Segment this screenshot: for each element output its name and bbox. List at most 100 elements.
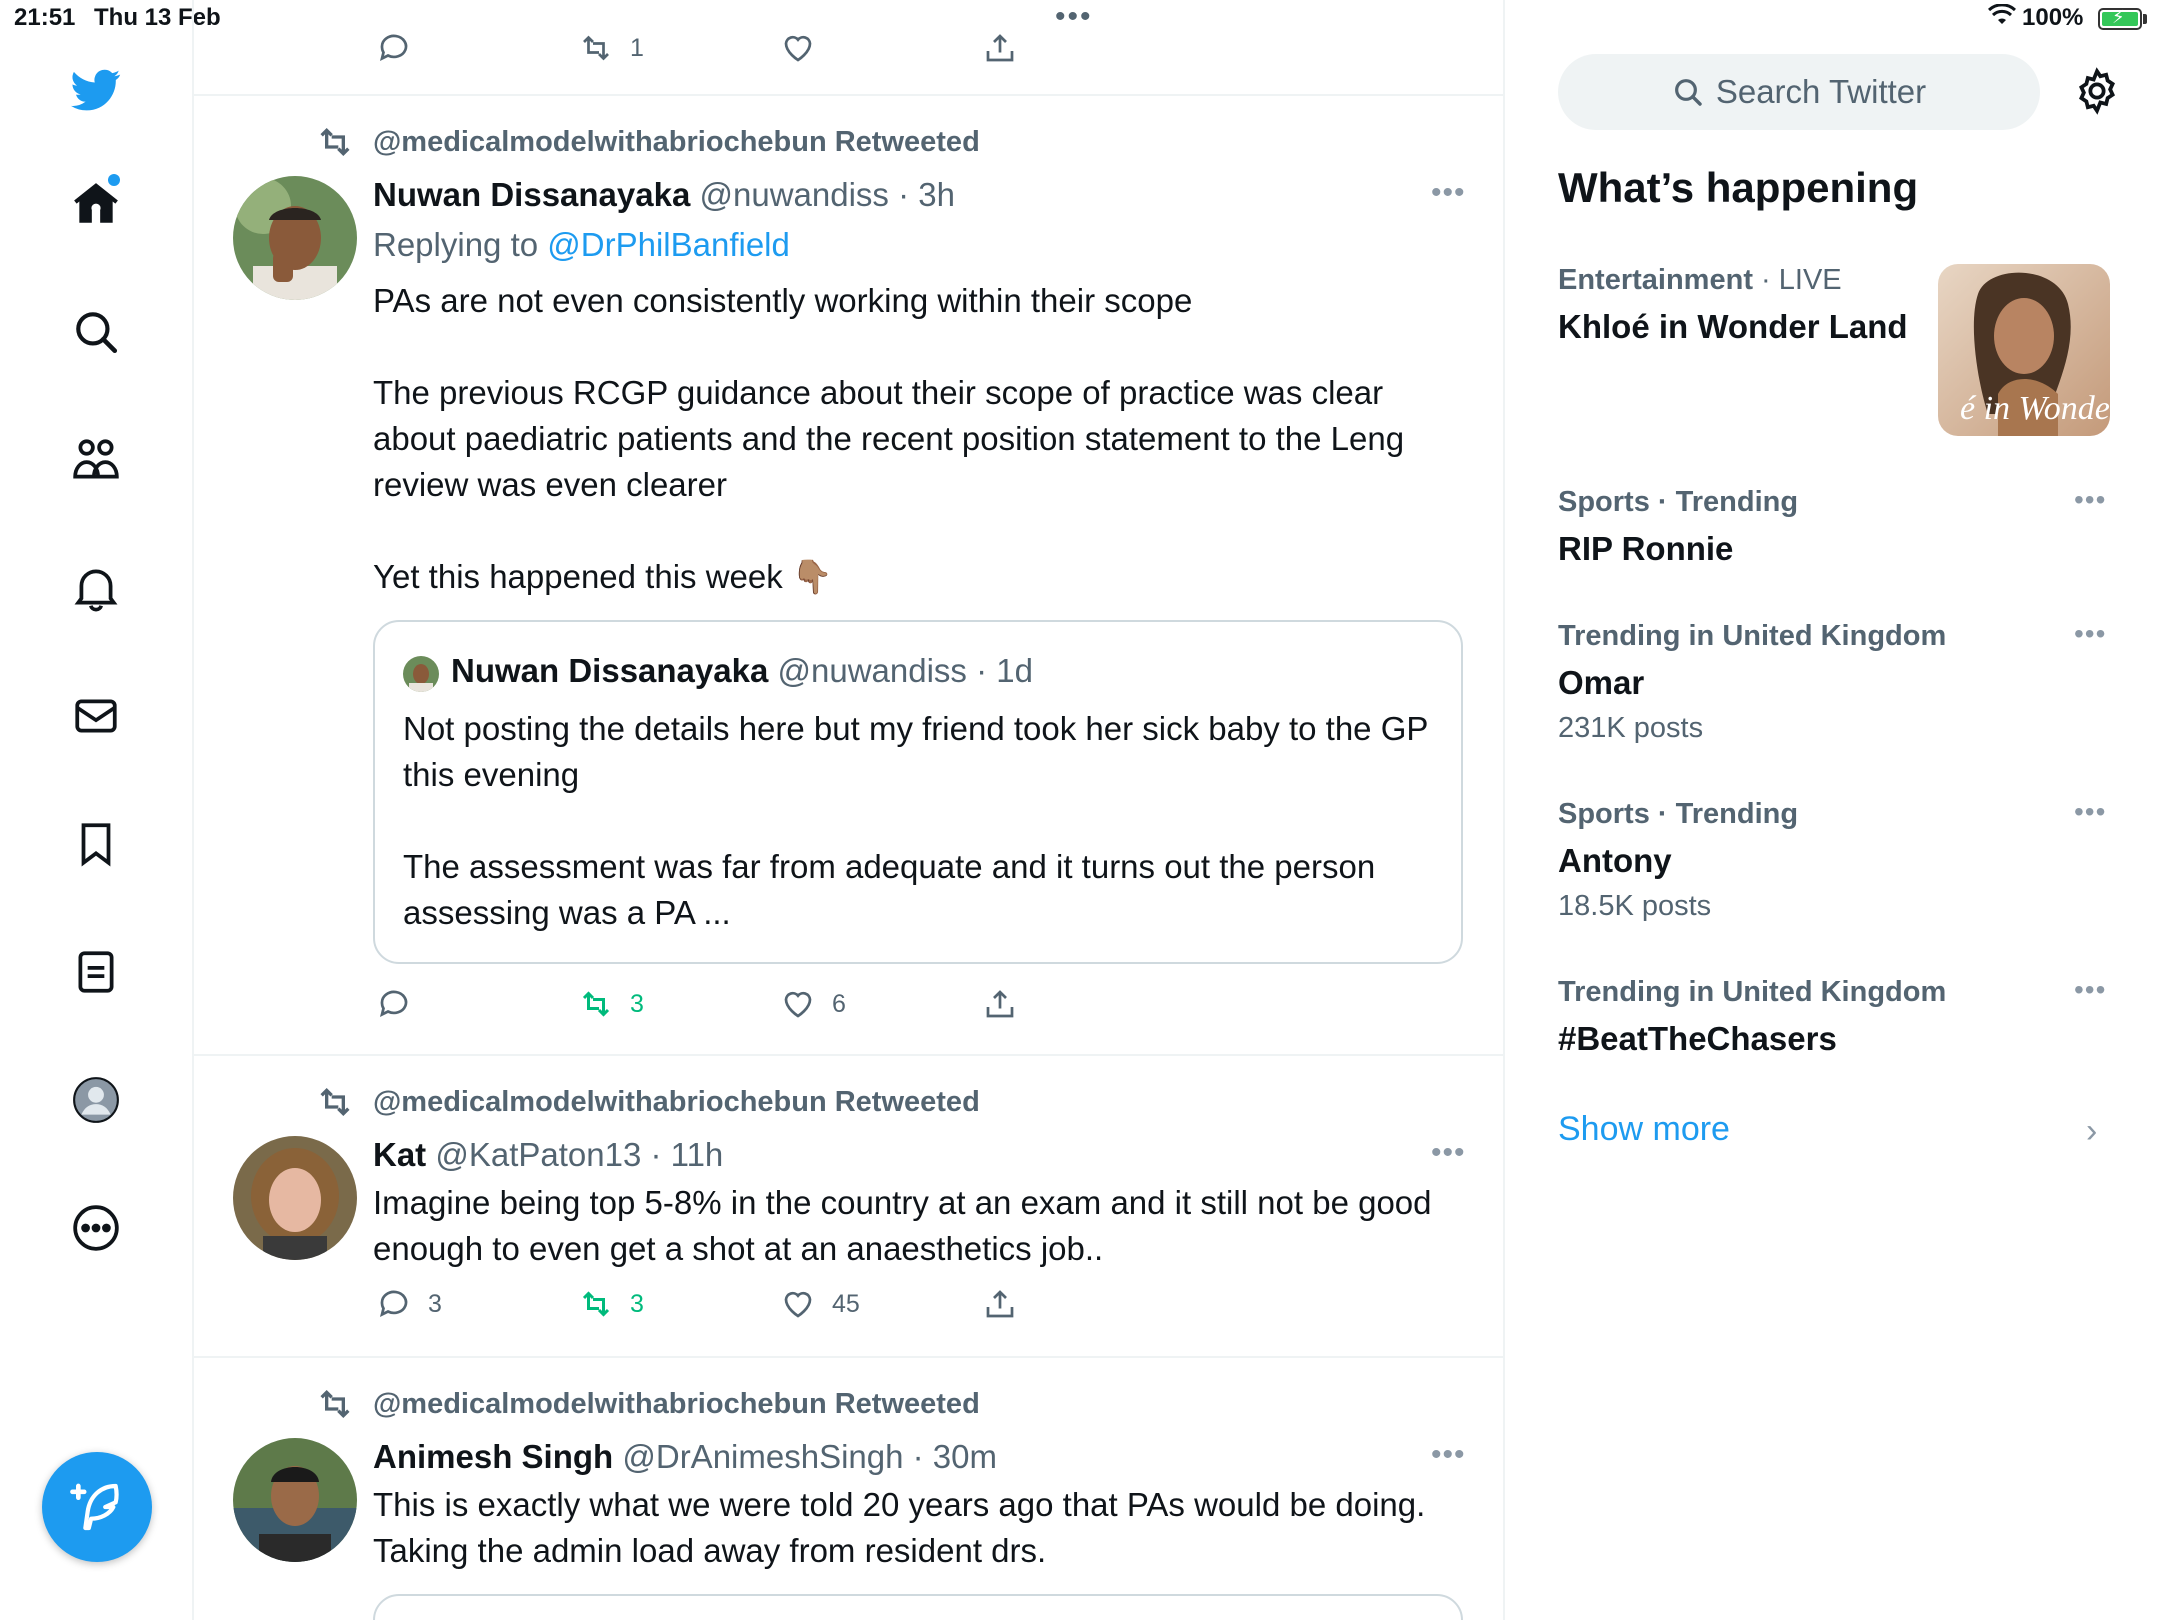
retweeted-by: @medicalmodelwithabriochebun Retweeted: [315, 1384, 980, 1424]
retweeted-by-label[interactable]: @medicalmodelwithabriochebun Retweeted: [373, 1388, 980, 1421]
chevron-right-icon: ›: [2086, 1112, 2098, 1150]
retweeted-by-label[interactable]: @medicalmodelwithabriochebun Retweeted: [373, 126, 980, 159]
bookmarks-icon[interactable]: [62, 810, 130, 878]
trend-image[interactable]: é in Wonder L: [1938, 264, 2110, 436]
quoted-author-name: Nuwan Dissanayaka: [451, 652, 769, 689]
share-button[interactable]: [982, 1286, 1018, 1322]
like-button[interactable]: 6: [780, 986, 846, 1022]
trend-more-icon[interactable]: •••: [2074, 484, 2106, 516]
messages-icon[interactable]: [62, 682, 130, 750]
tweet-more-options-icon[interactable]: •••: [1431, 1438, 1466, 1472]
quoted-tweet[interactable]: Nuwan Dissanayaka @nuwandiss · 1d Not po…: [373, 620, 1463, 964]
tweet[interactable]: @medicalmodelwithabriochebun Retweeted A…: [193, 1358, 1503, 1620]
retweeted-by-label[interactable]: @medicalmodelwithabriochebun Retweeted: [373, 1086, 980, 1119]
share-button[interactable]: [982, 986, 1018, 1022]
trend-item[interactable]: Sports · Trending RIP Ronnie •••: [1558, 484, 2118, 594]
heart-icon: [784, 1291, 812, 1318]
reply-button[interactable]: 3: [376, 1286, 442, 1322]
trend-meta: Entertainment · LIVE: [1558, 264, 1842, 297]
reply-button[interactable]: [376, 986, 412, 1022]
search-icon[interactable]: [62, 298, 130, 366]
trend-more-icon[interactable]: •••: [2074, 974, 2106, 1006]
retweet-button[interactable]: 1: [578, 30, 644, 66]
trend-title: RIP Ronnie: [1558, 530, 1734, 567]
author-name[interactable]: Animesh Singh: [373, 1438, 613, 1475]
trend-item[interactable]: Trending in United Kingdom Omar 231K pos…: [1558, 618, 2118, 758]
avatar[interactable]: [233, 1136, 357, 1260]
status-time: 21:51: [14, 4, 76, 31]
communities-icon[interactable]: [62, 426, 130, 494]
search-bar[interactable]: Search Twitter: [1558, 54, 2040, 130]
status-date: Thu 13 Feb: [94, 4, 221, 31]
share-icon: [986, 990, 1014, 1018]
trend-more-icon[interactable]: •••: [2074, 618, 2106, 650]
avatar[interactable]: [233, 176, 357, 300]
retweet-icon: [320, 1087, 350, 1117]
more-icon[interactable]: [62, 1194, 130, 1262]
search-placeholder: Search Twitter: [1715, 73, 1927, 110]
tweet-actions: 3 3 45: [376, 1286, 1476, 1326]
trend-meta: Trending in United Kingdom: [1558, 620, 1947, 652]
feather-plus-icon: [70, 1483, 119, 1531]
twitter-logo-icon[interactable]: [62, 56, 130, 124]
reply-icon: [379, 990, 408, 1018]
trend-title: #BeatTheChasers: [1558, 1020, 1837, 1057]
show-more-link[interactable]: Show more: [1558, 1110, 1730, 1149]
lists-icon[interactable]: [62, 938, 130, 1006]
trend-item[interactable]: Sports · Trending Antony 18.5K posts •••: [1558, 796, 2118, 936]
replying-to-prefix: Replying to: [373, 226, 548, 263]
battery-icon: ⚡: [2098, 7, 2142, 30]
retweet-count: 3: [630, 1289, 644, 1318]
tweet[interactable]: @medicalmodelwithabriochebun Retweeted N…: [193, 96, 1503, 1054]
share-button[interactable]: [982, 30, 1018, 66]
trend-count: 231K posts: [1558, 712, 1704, 744]
quoted-author-handle: @nuwandiss · 1d: [777, 652, 1033, 689]
retweet-icon: [320, 1389, 350, 1419]
quoted-avatar: [403, 656, 439, 692]
home-notification-dot: [108, 174, 120, 186]
like-button[interactable]: [780, 30, 816, 66]
avatar[interactable]: [233, 1438, 357, 1562]
like-button[interactable]: 45: [780, 1286, 860, 1322]
battery-percent: 100%: [2022, 4, 2084, 31]
share-icon: [986, 1290, 1014, 1318]
trend-meta: Sports · Trending: [1558, 486, 1799, 518]
tweet-text: Imagine being top 5-8% in the country at…: [373, 1184, 1441, 1267]
retweeted-by: @medicalmodelwithabriochebun Retweeted: [315, 1082, 980, 1122]
settings-gear-icon[interactable]: [2072, 66, 2122, 116]
tweet-header: Animesh Singh @DrAnimeshSingh · 30m: [373, 1438, 997, 1476]
tweet-text: This is exactly what we were told 20 yea…: [373, 1486, 1434, 1569]
tweet-more-options-icon[interactable]: •••: [1431, 1136, 1466, 1170]
notifications-icon[interactable]: [62, 554, 130, 622]
trend-title: Omar: [1558, 664, 1645, 701]
reply-button[interactable]: [376, 30, 412, 66]
multitasking-dots-icon[interactable]: •••: [1055, 0, 1093, 34]
author-name[interactable]: Nuwan Dissanayaka: [373, 176, 690, 213]
retweet-count: 3: [630, 989, 644, 1018]
author-handle[interactable]: @nuwandiss · 3h: [700, 176, 955, 213]
like-count: 6: [832, 989, 846, 1018]
tweet-header: Kat @KatPaton13 · 11h: [373, 1136, 723, 1174]
reply-icon: [379, 1290, 408, 1318]
tweet-more-options-icon[interactable]: •••: [1431, 176, 1466, 210]
quoted-tweet[interactable]: [373, 1594, 1463, 1620]
replying-to-link[interactable]: @DrPhilBanfield: [547, 226, 790, 263]
trend-item[interactable]: Trending in United Kingdom #BeatTheChase…: [1558, 974, 2118, 1084]
retweet-button[interactable]: 3: [578, 1286, 644, 1322]
previous-tweet-actions: 1: [376, 30, 1476, 66]
reply-count: 3: [428, 1289, 442, 1318]
retweeted-by: @medicalmodelwithabriochebun Retweeted: [315, 122, 980, 162]
retweet-icon: [320, 127, 350, 157]
retweet-button[interactable]: 3: [578, 986, 644, 1022]
tweet[interactable]: @medicalmodelwithabriochebun Retweeted K…: [193, 1056, 1503, 1356]
trend-more-icon[interactable]: •••: [2074, 796, 2106, 828]
trend-count: 18.5K posts: [1558, 890, 1712, 922]
tweet-text: PAs are not even consistently working wi…: [373, 282, 1405, 595]
author-handle[interactable]: @DrAnimeshSingh · 30m: [622, 1438, 997, 1475]
author-handle[interactable]: @KatPaton13 · 11h: [435, 1136, 723, 1173]
trend-meta: Trending in United Kingdom: [1558, 976, 1947, 1008]
trend-image-caption: é in Wonder L: [1960, 390, 2110, 427]
compose-tweet-button[interactable]: [42, 1452, 152, 1562]
profile-icon[interactable]: [62, 1066, 130, 1134]
author-name[interactable]: Kat: [373, 1136, 426, 1173]
